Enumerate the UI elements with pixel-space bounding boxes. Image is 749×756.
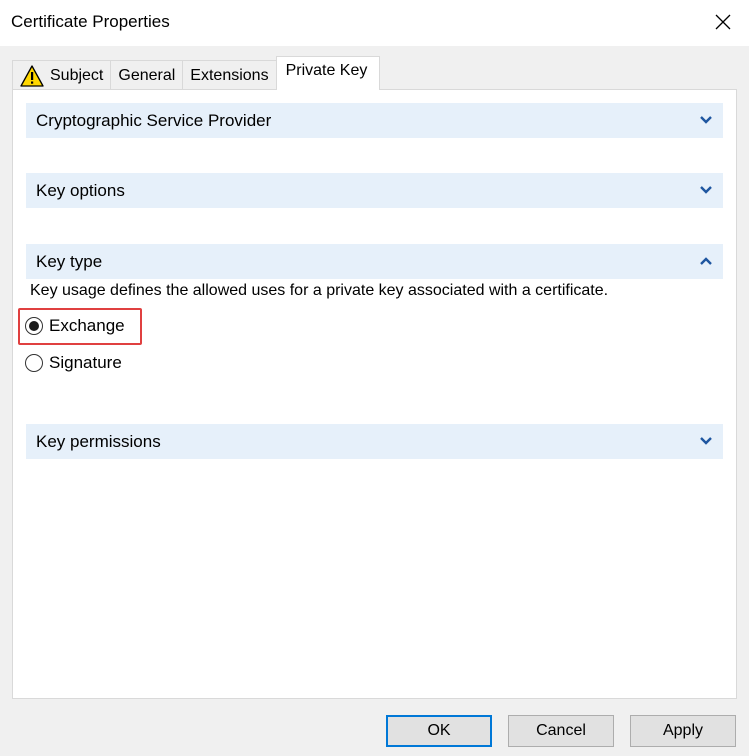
chevron-down-icon (700, 186, 712, 194)
chevron-up-icon (700, 257, 712, 265)
radio-exchange[interactable]: Exchange (25, 316, 125, 336)
window-title: Certificate Properties (11, 12, 170, 31)
section-key-permissions-label: Key permissions (36, 431, 161, 451)
warning-icon (20, 64, 44, 87)
title-bar: Certificate Properties (0, 0, 749, 46)
private-key-panel: Cryptographic Service Provider Key optio… (12, 89, 737, 699)
tab-general[interactable]: General (110, 60, 184, 90)
radio-exchange-button[interactable] (25, 317, 43, 335)
tab-private-key[interactable]: Private Key (275, 56, 381, 90)
radio-exchange-label: Exchange (49, 316, 125, 335)
section-key-options-header[interactable]: Key options (26, 173, 723, 208)
ok-button[interactable]: OK (386, 715, 492, 747)
tab-subject[interactable]: Subject (12, 60, 112, 90)
section-key-options-label: Key options (36, 180, 125, 200)
tab-private-key-label: Private Key (285, 61, 368, 79)
section-key-permissions-header[interactable]: Key permissions (26, 424, 723, 459)
tab-subject-label: Subject (50, 66, 104, 84)
radio-signature[interactable]: Signature (25, 353, 122, 373)
close-button[interactable] (697, 0, 749, 44)
tab-extensions-label: Extensions (190, 66, 269, 84)
section-key-type-label: Key type (36, 251, 103, 271)
radio-signature-button[interactable] (25, 354, 43, 372)
chevron-down-icon (700, 116, 712, 124)
section-csp-label: Cryptographic Service Provider (36, 110, 272, 130)
section-key-type-header[interactable]: Key type (26, 244, 723, 279)
radio-selected-dot (29, 321, 39, 331)
radio-signature-label: Signature (49, 353, 122, 372)
certificate-properties-dialog: Certificate Properties Subject General E… (0, 0, 749, 756)
tab-extensions[interactable]: Extensions (182, 60, 277, 90)
chevron-down-icon (700, 437, 712, 445)
tab-general-label: General (118, 66, 176, 84)
tab-strip: Subject General Extensions Private Key (12, 56, 381, 90)
apply-button[interactable]: Apply (630, 715, 736, 747)
close-icon (715, 14, 731, 30)
key-type-description: Key usage defines the allowed uses for a… (30, 282, 609, 299)
section-csp-header[interactable]: Cryptographic Service Provider (26, 103, 723, 138)
cancel-button[interactable]: Cancel (508, 715, 614, 747)
